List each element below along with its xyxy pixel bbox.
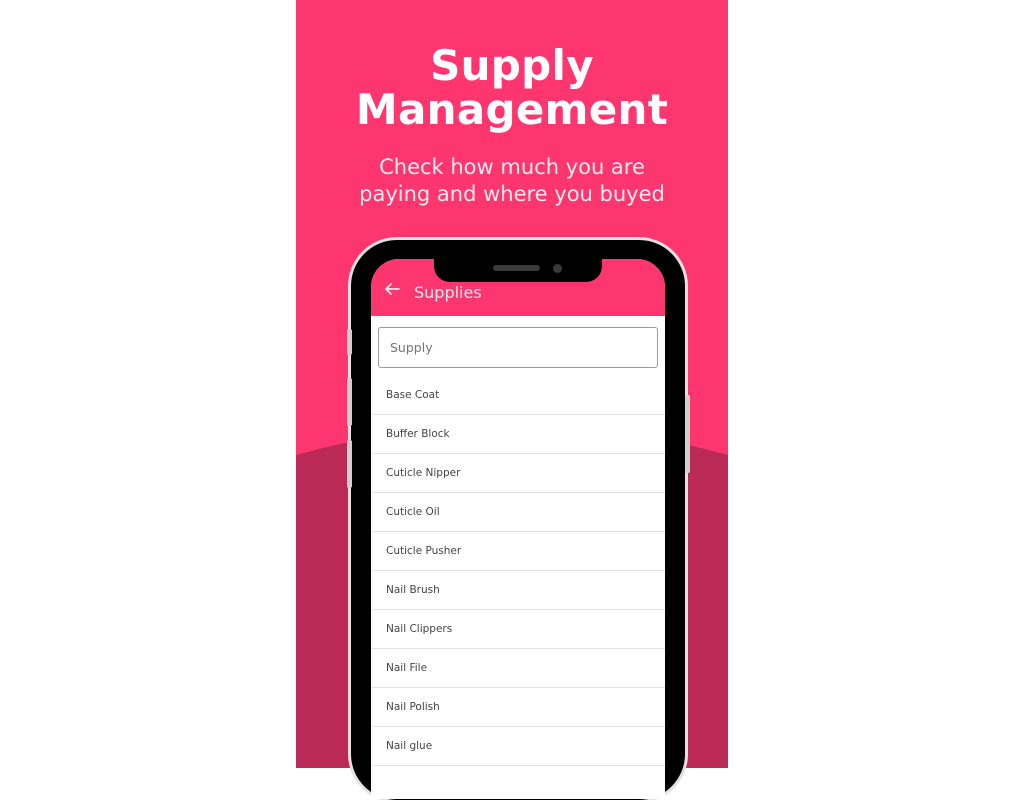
supplies-list: Base Coat Buffer Block Cuticle Nipper Cu… bbox=[371, 376, 665, 766]
app-bar-title: Supplies bbox=[414, 283, 482, 302]
phone-volume-up-button bbox=[347, 378, 352, 426]
phone-volume-down-button bbox=[347, 440, 352, 488]
list-item[interactable]: Cuticle Oil bbox=[371, 493, 665, 532]
list-item[interactable]: Nail Clippers bbox=[371, 610, 665, 649]
headline-line-2: Management bbox=[355, 85, 669, 134]
camera-icon bbox=[553, 264, 562, 273]
promo-headline: Supply Management bbox=[296, 44, 728, 132]
list-item[interactable]: Nail glue bbox=[371, 727, 665, 766]
list-item[interactable]: Nail Brush bbox=[371, 571, 665, 610]
list-item[interactable]: Nail File bbox=[371, 649, 665, 688]
list-item[interactable]: Base Coat bbox=[371, 376, 665, 415]
search-field[interactable] bbox=[378, 327, 658, 368]
search-input[interactable] bbox=[379, 328, 650, 367]
list-item[interactable]: Nail Polish bbox=[371, 688, 665, 727]
arrow-left-icon[interactable] bbox=[383, 282, 401, 296]
list-item[interactable]: Cuticle Pusher bbox=[371, 532, 665, 571]
phone-screen: Supplies Base Coat Buffer Block Cuticle … bbox=[371, 259, 665, 799]
phone-silent-button bbox=[347, 329, 352, 355]
list-item[interactable]: Cuticle Nipper bbox=[371, 454, 665, 493]
phone-power-button bbox=[685, 395, 690, 473]
headline-line-1: Supply bbox=[430, 41, 594, 90]
subline-line-2: paying and where you buyed bbox=[359, 182, 665, 206]
subline-line-1: Check how much you are bbox=[379, 155, 645, 179]
promo-subline: Check how much you are paying and where … bbox=[296, 154, 728, 208]
list-item[interactable]: Buffer Block bbox=[371, 415, 665, 454]
speaker-icon bbox=[493, 265, 540, 271]
